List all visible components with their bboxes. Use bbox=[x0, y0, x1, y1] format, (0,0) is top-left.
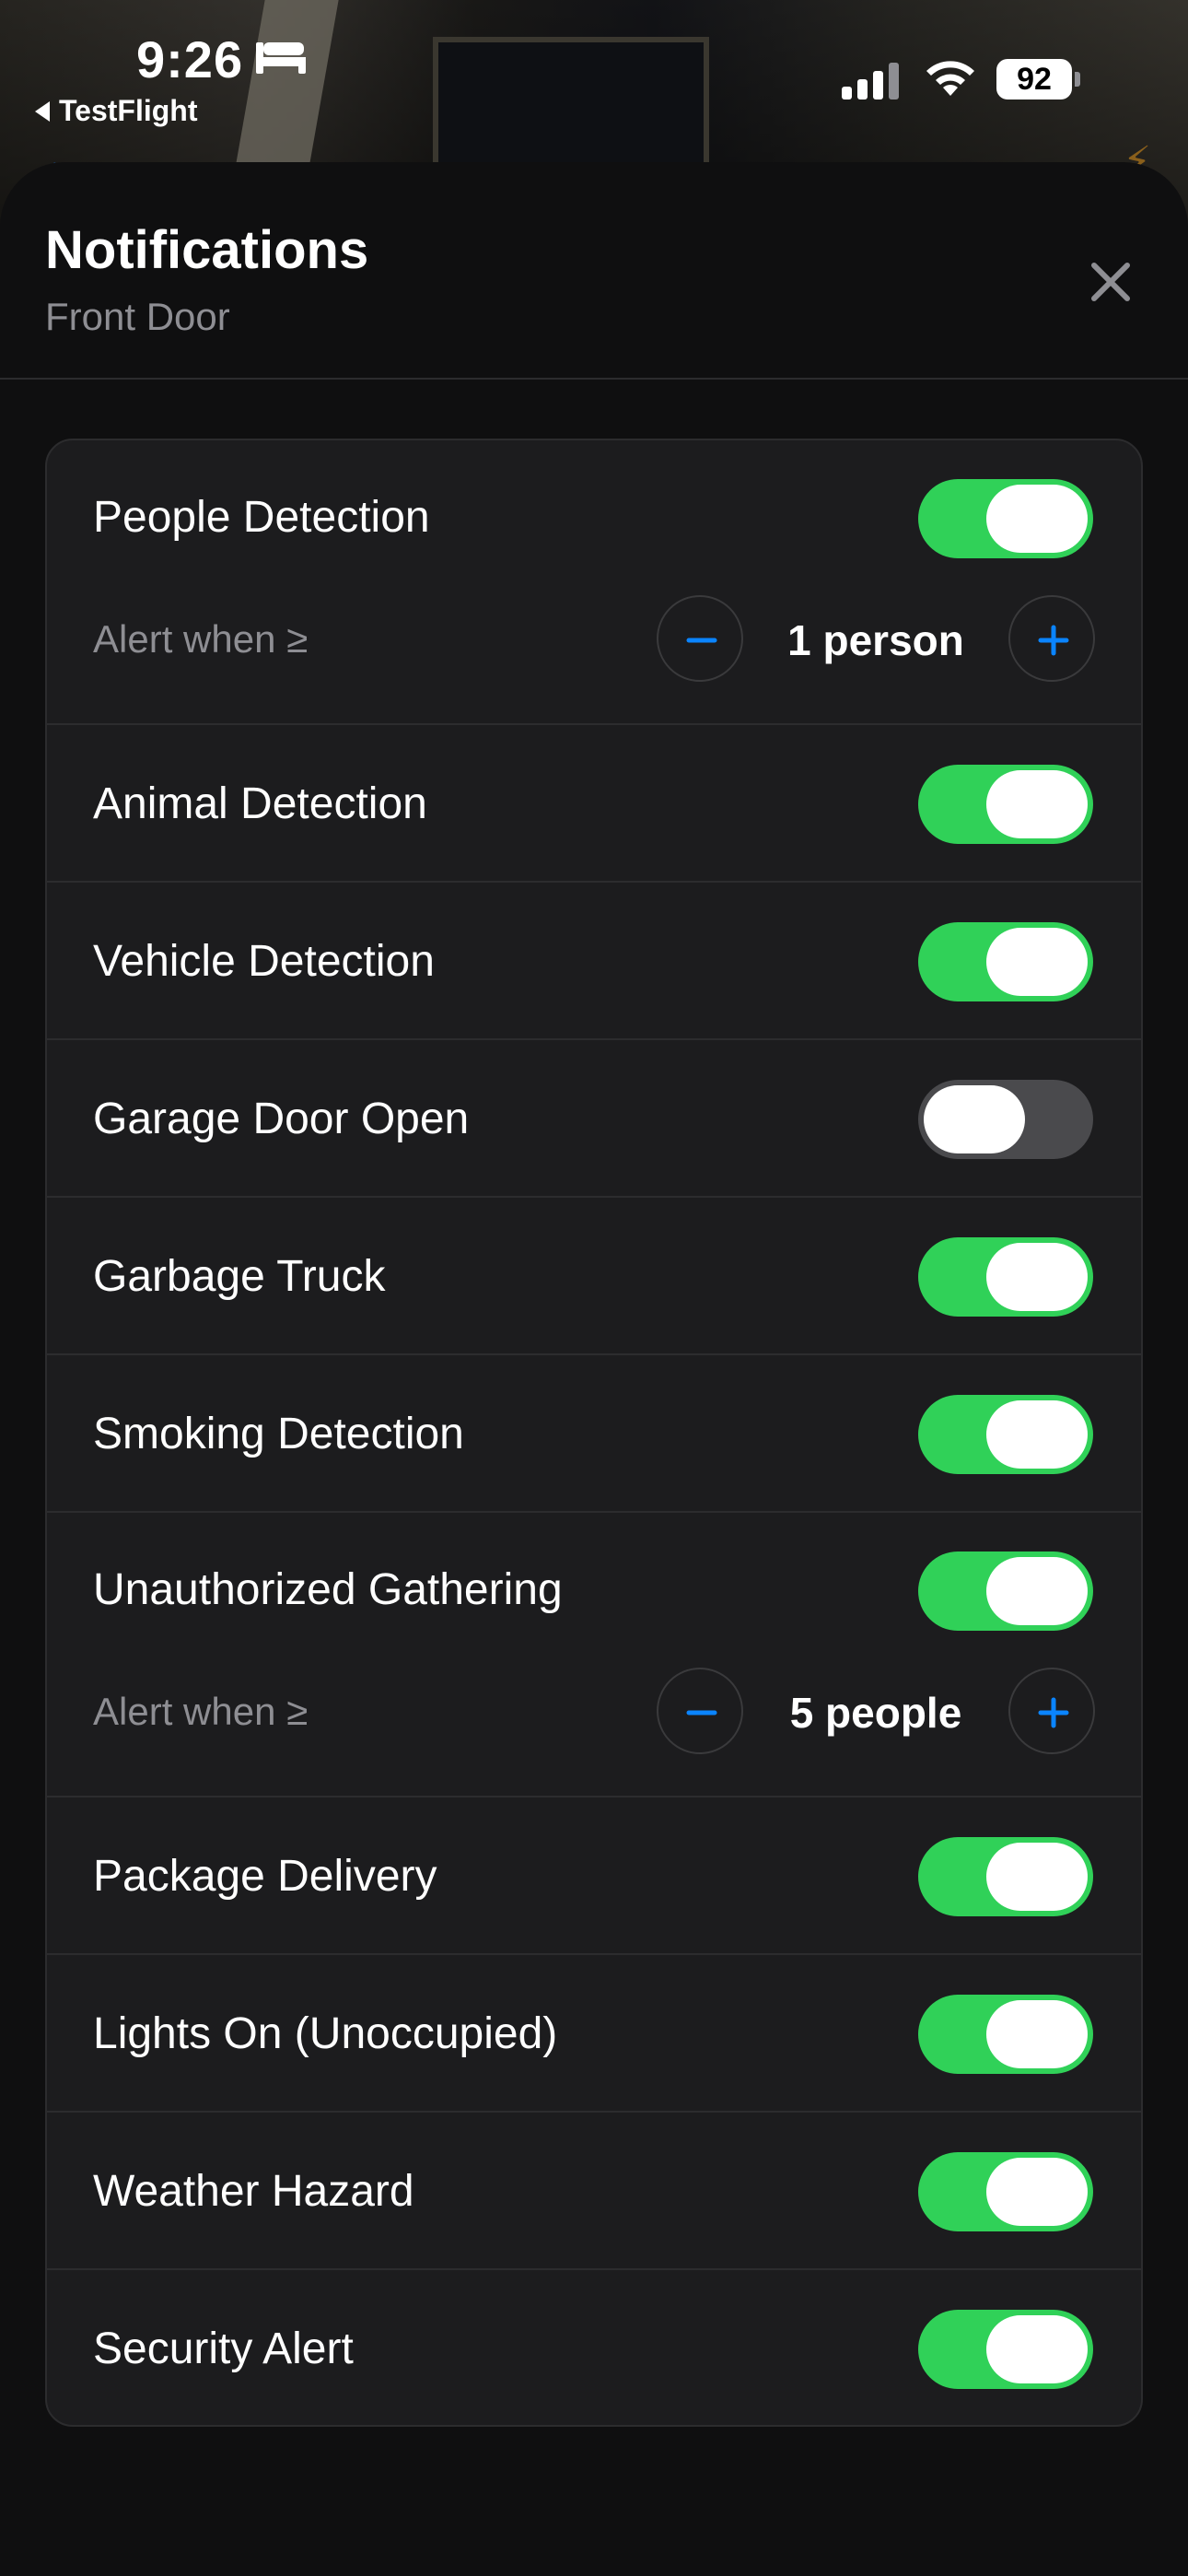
alert-threshold-label: Alert when ≥ bbox=[93, 1690, 309, 1733]
row-label: Security Alert bbox=[93, 2324, 354, 2373]
sleep-focus-icon bbox=[256, 42, 306, 74]
notifications-sheet: Notifications Front Door People Detectio… bbox=[0, 162, 1188, 2576]
status-bar: 9:26 TestFlight 92 bbox=[0, 0, 1188, 147]
row-vehicle-detection: Vehicle Detection bbox=[47, 883, 1141, 1040]
toggle-knob bbox=[986, 1843, 1088, 1911]
battery-level: 92 bbox=[996, 59, 1072, 100]
toggle-knob bbox=[986, 2000, 1088, 2068]
minus-icon bbox=[686, 638, 717, 643]
battery-indicator: 92 bbox=[996, 59, 1080, 100]
status-time: 9:26 bbox=[136, 30, 244, 88]
plus-icon bbox=[1038, 625, 1069, 656]
sheet-header: Notifications Front Door bbox=[0, 162, 1188, 380]
decrement-button[interactable] bbox=[657, 1668, 743, 1754]
toggle-smoking-detection[interactable] bbox=[918, 1395, 1093, 1474]
toggle-animal-detection[interactable] bbox=[918, 765, 1093, 844]
row-garbage-truck: Garbage Truck bbox=[47, 1198, 1141, 1355]
toggle-knob bbox=[986, 2315, 1088, 2383]
row-label: Garbage Truck bbox=[93, 1252, 386, 1301]
row-label: Unauthorized Gathering bbox=[93, 1565, 563, 1614]
increment-button[interactable] bbox=[1008, 1668, 1095, 1754]
row-security-alert: Security Alert bbox=[47, 2270, 1141, 2425]
toggle-knob bbox=[986, 928, 1088, 996]
row-lights-on-unoccupied: Lights On (Unoccupied) bbox=[47, 1955, 1141, 2113]
close-icon[interactable] bbox=[1083, 254, 1138, 310]
row-label: Animal Detection bbox=[93, 779, 427, 828]
row-label: Package Delivery bbox=[93, 1852, 437, 1901]
back-app-label: TestFlight bbox=[59, 94, 198, 127]
alert-threshold-label: Alert when ≥ bbox=[93, 617, 309, 661]
battery-nub bbox=[1075, 72, 1080, 87]
toggle-vehicle-detection[interactable] bbox=[918, 922, 1093, 1001]
row-people-detection: People Detection Alert when ≥ 1 person bbox=[47, 440, 1141, 725]
sheet-title: Notifications bbox=[45, 220, 369, 280]
back-triangle-icon bbox=[35, 100, 50, 122]
plus-icon bbox=[1038, 1697, 1069, 1728]
toggle-garage-door-open[interactable] bbox=[918, 1080, 1093, 1159]
toggle-people-detection[interactable] bbox=[918, 479, 1093, 558]
row-smoking-detection: Smoking Detection bbox=[47, 1355, 1141, 1513]
row-label: Garage Door Open bbox=[93, 1095, 470, 1143]
toggle-knob bbox=[924, 1085, 1025, 1153]
row-package-delivery: Package Delivery bbox=[47, 1797, 1141, 1955]
toggle-knob bbox=[986, 1243, 1088, 1311]
decrement-button[interactable] bbox=[657, 595, 743, 682]
row-label: Vehicle Detection bbox=[93, 937, 435, 986]
toggle-package-delivery[interactable] bbox=[918, 1837, 1093, 1916]
back-to-testflight[interactable]: TestFlight bbox=[35, 94, 198, 128]
row-label: People Detection bbox=[93, 493, 430, 542]
cellular-signal-icon bbox=[842, 63, 899, 100]
toggle-garbage-truck[interactable] bbox=[918, 1237, 1093, 1317]
toggle-knob bbox=[986, 485, 1088, 553]
row-label: Smoking Detection bbox=[93, 1410, 464, 1458]
sheet-subtitle: Front Door bbox=[45, 295, 230, 338]
toggle-unauthorized-gathering[interactable] bbox=[918, 1551, 1093, 1631]
row-label: Weather Hazard bbox=[93, 2167, 414, 2216]
notification-settings-list: People Detection Alert when ≥ 1 person A… bbox=[45, 439, 1143, 2427]
toggle-lights-on-unoccupied[interactable] bbox=[918, 1995, 1093, 2074]
toggle-weather-hazard[interactable] bbox=[918, 2152, 1093, 2231]
stepper-value: 1 person bbox=[787, 616, 964, 664]
row-weather-hazard: Weather Hazard bbox=[47, 2113, 1141, 2270]
toggle-knob bbox=[986, 1557, 1088, 1625]
minus-icon bbox=[686, 1710, 717, 1715]
wifi-icon bbox=[926, 61, 974, 96]
row-garage-door-open: Garage Door Open bbox=[47, 1040, 1141, 1198]
toggle-knob bbox=[986, 1400, 1088, 1469]
increment-button[interactable] bbox=[1008, 595, 1095, 682]
toggle-knob bbox=[986, 770, 1088, 838]
toggle-knob bbox=[986, 2158, 1088, 2226]
toggle-security-alert[interactable] bbox=[918, 2310, 1093, 2389]
row-unauthorized-gathering: Unauthorized Gathering Alert when ≥ 5 pe… bbox=[47, 1513, 1141, 1797]
row-label: Lights On (Unoccupied) bbox=[93, 2009, 558, 2058]
stepper-value: 5 people bbox=[789, 1689, 962, 1737]
row-animal-detection: Animal Detection bbox=[47, 725, 1141, 883]
